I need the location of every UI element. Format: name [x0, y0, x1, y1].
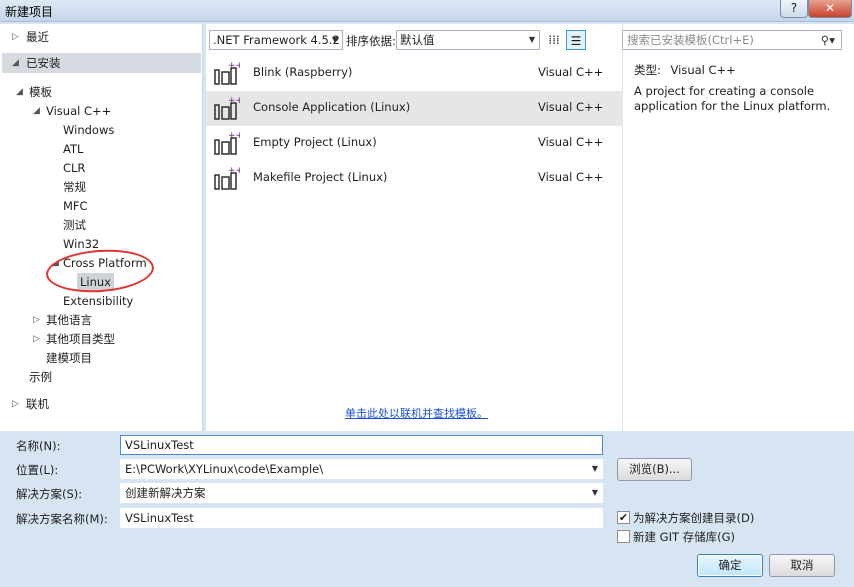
tree-item-other-project-types[interactable]: ▷ 其他项目类型 — [33, 330, 115, 348]
svg-text:++: ++ — [228, 131, 240, 141]
git-repo-checkbox[interactable] — [617, 530, 630, 543]
cpp-project-icon: ++ — [214, 166, 240, 190]
name-input[interactable]: VSLinuxTest — [120, 435, 603, 455]
solution-name-label: 解决方案名称(M): — [16, 512, 108, 526]
cancel-button[interactable]: 取消 — [769, 554, 835, 577]
tree-item-atl[interactable]: ATL — [63, 140, 83, 158]
template-row-blink[interactable]: ++ Blink (Raspberry) Visual C++ — [206, 56, 622, 91]
cpp-project-icon: ++ — [214, 96, 240, 120]
tree-item-extensibility[interactable]: Extensibility — [63, 292, 133, 310]
name-label: 名称(N): — [16, 439, 61, 453]
chevron-down-icon: ▼ — [591, 464, 598, 473]
create-directory-checkbox[interactable]: ✔ — [617, 511, 630, 524]
tree-item-general[interactable]: 常规 — [63, 178, 86, 196]
grid-icon: ⁞⁞⁞ — [548, 33, 560, 47]
list-icon: ☰ — [570, 34, 582, 48]
chevron-down-icon: ◢ — [12, 58, 19, 68]
svg-text:++: ++ — [228, 96, 240, 106]
tree-item-mfc[interactable]: MFC — [63, 197, 88, 215]
tree-item-modeling-projects[interactable]: 建模项目 — [46, 349, 92, 367]
template-row-console[interactable]: ++ Console Application (Linux) Visual C+… — [206, 91, 622, 126]
chevron-right-icon: ▷ — [12, 32, 19, 42]
svg-text:++: ++ — [228, 61, 240, 71]
browse-button[interactable]: 浏览(B)... — [617, 458, 692, 481]
title-bar: 新建项目 ? ✕ — [0, 0, 854, 22]
search-icon[interactable]: ⚲▾ — [821, 31, 835, 49]
help-button[interactable]: ? — [780, 0, 808, 18]
svg-text:++: ++ — [228, 166, 240, 176]
window-title: 新建项目 — [5, 5, 54, 19]
tree-item-windows[interactable]: Windows — [63, 121, 114, 139]
list-view-button[interactable]: ☰ — [566, 30, 586, 50]
tree-item-online[interactable]: ▷ 联机 — [12, 395, 49, 413]
cpp-project-icon: ++ — [214, 131, 240, 155]
tree-item-samples[interactable]: 示例 — [29, 368, 52, 386]
online-templates-link[interactable]: 单击此处以联机并查找模板。 — [345, 405, 488, 421]
cpp-project-icon: ++ — [214, 61, 240, 85]
location-combo[interactable]: E:\PCWork\XYLinux\code\Example\ ▼ — [120, 459, 603, 479]
chevron-right-icon: ▷ — [33, 315, 40, 325]
chevron-right-icon: ▷ — [33, 334, 40, 344]
sort-label: 排序依据: — [346, 34, 396, 48]
solution-name-input[interactable]: VSLinuxTest — [120, 508, 603, 528]
chevron-down-icon: ◢ — [16, 87, 23, 97]
chevron-down-icon: ▼ — [591, 488, 598, 497]
tree-item-templates[interactable]: ◢ 模板 — [16, 83, 52, 101]
tree-item-recent[interactable]: ▷ 最近 — [12, 28, 49, 46]
chevron-down-icon: ◢ — [33, 106, 40, 116]
tree-item-visual-cpp[interactable]: ◢ Visual C++ — [33, 102, 111, 120]
small-icons-view-button[interactable]: ⁞⁞⁞ — [544, 30, 564, 50]
create-directory-label: 为解决方案创建目录(D) — [633, 511, 755, 525]
location-label: 位置(L): — [16, 463, 59, 477]
tree-item-clr[interactable]: CLR — [63, 159, 85, 177]
description-text: A project for creating a console applica… — [634, 84, 831, 113]
chevron-right-icon: ▷ — [12, 399, 19, 409]
description-type: 类型: Visual C++ — [634, 63, 736, 77]
tree-item-test[interactable]: 测试 — [63, 216, 86, 234]
close-button[interactable]: ✕ — [808, 0, 852, 18]
tree-item-other-languages[interactable]: ▷ 其他语言 — [33, 311, 92, 329]
solution-combo[interactable]: 创建新解决方案 ▼ — [120, 483, 603, 503]
tree-item-installed[interactable]: ◢ 已安装 — [12, 54, 61, 72]
chevron-down-icon: ▼ — [331, 35, 338, 44]
git-repo-label: 新建 GIT 存储库(G) — [633, 530, 736, 544]
sort-select[interactable]: 默认值 ▼ — [396, 30, 540, 50]
search-input[interactable]: 搜索已安装模板(Ctrl+E) ⚲▾ — [622, 30, 842, 50]
template-row-makefile[interactable]: ++ Makefile Project (Linux) Visual C++ — [206, 161, 622, 196]
template-row-empty[interactable]: ++ Empty Project (Linux) Visual C++ — [206, 126, 622, 161]
solution-label: 解决方案(S): — [16, 487, 83, 501]
ok-button[interactable]: 确定 — [697, 554, 763, 577]
framework-select[interactable]: .NET Framework 4.5.2 ▼ — [209, 30, 343, 50]
chevron-down-icon: ▼ — [528, 35, 535, 44]
